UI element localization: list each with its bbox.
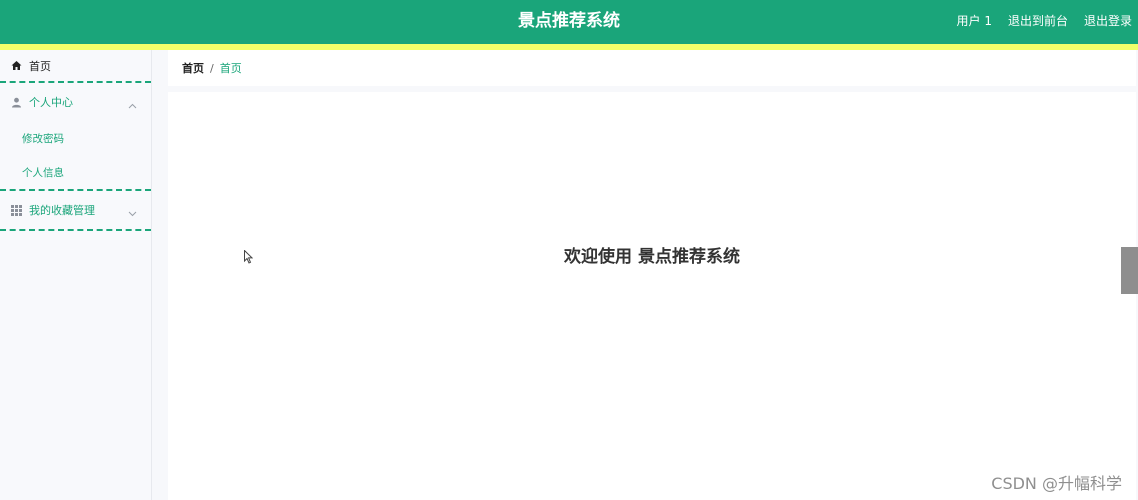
sidebar: 首页 个人中心 修改密码 个人信息 我的收藏管理 (0, 50, 152, 500)
sidebar-item-home[interactable]: 首页 (0, 50, 151, 83)
watermark-text: CSDN @升幅科学 (991, 474, 1122, 493)
sidebar-item-label: 首页 (29, 59, 51, 73)
logout-link[interactable]: 退出登录 (1084, 12, 1132, 30)
breadcrumb-home-link[interactable]: 首页 (182, 60, 204, 76)
mouse-cursor-icon (244, 249, 254, 264)
sidebar-item-change-password[interactable]: 修改密码 (0, 121, 151, 155)
scrollbar-thumb[interactable] (1121, 247, 1138, 294)
breadcrumb-current: 首页 (219, 62, 242, 75)
sidebar-group-favorites[interactable]: 我的收藏管理 (0, 191, 151, 231)
breadcrumb-separator: / (210, 61, 214, 75)
user-icon (11, 97, 22, 108)
app-root: 景点推荐系统 用户 1 退出到前台 退出登录 首页 个人中心 修改密码 个人信息 (0, 0, 1138, 500)
main-panel: 欢迎使用 景点推荐系统 (168, 92, 1136, 500)
sidebar-item-personal-info[interactable]: 个人信息 (0, 155, 151, 191)
chevron-down-icon (128, 207, 137, 217)
grid-icon (11, 204, 22, 216)
sidebar-group-label: 我的收藏管理 (29, 204, 95, 217)
welcome-message: 欢迎使用 景点推荐系统 (564, 247, 740, 267)
sidebar-group-personal-center[interactable]: 个人中心 (0, 83, 151, 121)
home-icon (11, 60, 22, 71)
header-links: 用户 1 退出到前台 退出登录 (957, 12, 1132, 30)
back-to-frontend-link[interactable]: 退出到前台 (1008, 12, 1068, 30)
chevron-up-icon (128, 99, 137, 109)
sidebar-group-label: 个人中心 (29, 96, 73, 109)
user-name-link[interactable]: 用户 1 (957, 12, 992, 30)
breadcrumb: 首页 / 首页 (168, 50, 1136, 86)
top-header: 景点推荐系统 用户 1 退出到前台 退出登录 (0, 0, 1138, 44)
